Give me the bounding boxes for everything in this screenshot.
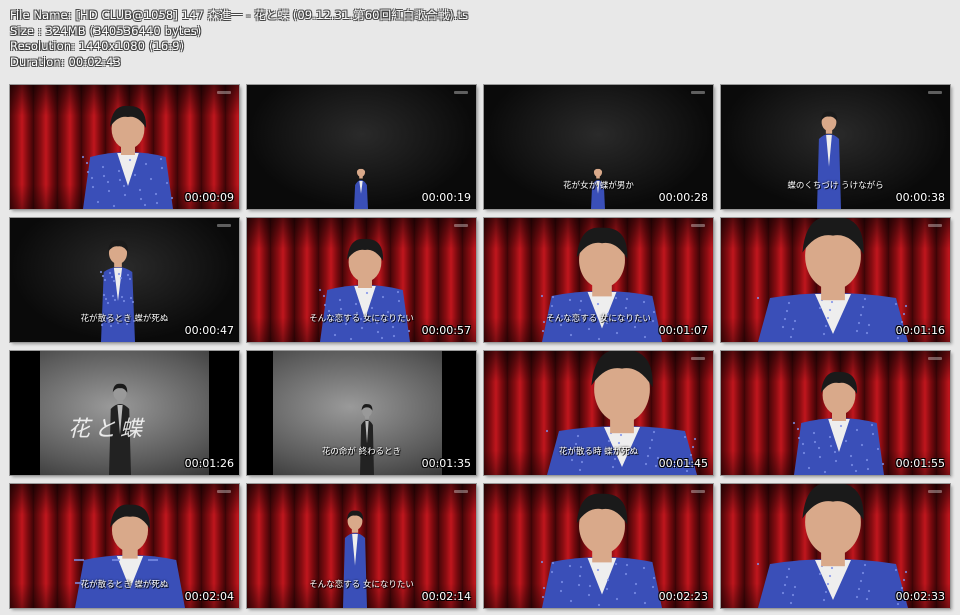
timestamp-label: 00:00:38 <box>895 191 945 204</box>
broadcaster-logo <box>217 91 231 94</box>
broadcaster-logo <box>928 490 942 493</box>
broadcaster-logo <box>691 357 705 360</box>
thumbnail-frame[interactable]: 蝶のくちづけ うけながら 00:00:38 <box>720 84 951 210</box>
thumbnail-frame[interactable]: 花と蝶 00:01:26 <box>9 350 240 476</box>
broadcaster-logo <box>928 224 942 227</box>
thumbnail-frame[interactable]: 00:00:09 <box>9 84 240 210</box>
timestamp-label: 00:01:07 <box>658 324 708 337</box>
timestamp-label: 00:01:45 <box>658 457 708 470</box>
thumbnail-frame[interactable]: 00:01:16 <box>720 217 951 343</box>
thumbnail-frame[interactable]: 花の命が 終わるとき 00:01:35 <box>246 350 477 476</box>
thumbnail-frame[interactable]: そんな恋する 女になりたい 00:02:14 <box>246 483 477 609</box>
lyric-subtitle: そんな恋する 女になりたい <box>546 314 651 324</box>
file-size-text: Size : 324MB (340536440 bytes) <box>10 23 202 38</box>
lyric-subtitle: 花が散るとき 蝶が死ぬ <box>80 580 169 590</box>
thumbnail-frame[interactable]: 花が女か 蝶が男か 00:00:28 <box>483 84 714 210</box>
timestamp-label: 00:00:57 <box>421 324 471 337</box>
lyric-subtitle: 蝶のくちづけ うけながら <box>787 181 884 191</box>
timestamp-label: 00:02:04 <box>184 590 234 603</box>
broadcaster-logo <box>454 91 468 94</box>
resolution-text: Resolution: 1440x1080 (16:9) <box>10 39 185 53</box>
broadcaster-logo <box>691 490 705 493</box>
thumbnail-frame[interactable]: 00:02:33 <box>720 483 951 609</box>
timestamp-label: 00:00:28 <box>658 191 708 204</box>
timestamp-label: 00:01:55 <box>895 457 945 470</box>
timestamp-label: 00:00:19 <box>421 191 471 204</box>
lyric-subtitle: 花が散るとき 蝶が死ぬ <box>80 314 169 324</box>
thumbnail-grid: 00:00:09 00:00:19 花が女か 蝶が男か 00:00:28 蝶のくち… <box>9 84 951 609</box>
broadcaster-logo <box>928 357 942 360</box>
broadcaster-logo <box>691 91 705 94</box>
lyric-subtitle: そんな恋する 女になりたい <box>309 580 414 590</box>
lyric-subtitle: 花の命が 終わるとき <box>321 447 402 457</box>
file-info-header: File Name: [HD CLUB@1058] 147 森進一 - 花と蝶 … <box>10 8 468 70</box>
lyric-subtitle: 花が女か 蝶が男か <box>563 181 634 191</box>
file-name-text: File Name: [HD CLUB@1058] 147 森進一 - 花と蝶 … <box>10 8 469 22</box>
broadcaster-logo <box>217 224 231 227</box>
broadcaster-logo <box>928 91 942 94</box>
timestamp-label: 00:01:35 <box>421 457 471 470</box>
thumbnail-frame[interactable]: 00:00:19 <box>246 84 477 210</box>
timestamp-label: 00:01:16 <box>895 324 945 337</box>
broadcaster-logo <box>454 490 468 493</box>
song-title-card: 花と蝶 <box>68 417 147 442</box>
thumbnail-frame[interactable]: 花が散るとき 蝶が死ぬ 00:00:47 <box>9 217 240 343</box>
broadcaster-logo <box>691 224 705 227</box>
lyric-subtitle: 花が散る時 蝶が死ぬ <box>558 447 639 457</box>
timestamp-label: 00:01:26 <box>184 457 234 470</box>
timestamp-label: 00:02:14 <box>421 590 471 603</box>
timestamp-label: 00:02:33 <box>895 590 945 603</box>
thumbnail-frame[interactable]: 花が散る時 蝶が死ぬ 00:01:45 <box>483 350 714 476</box>
thumbnail-frame[interactable]: 00:01:55 <box>720 350 951 476</box>
broadcaster-logo <box>454 224 468 227</box>
timestamp-label: 00:00:09 <box>184 191 234 204</box>
thumbnail-frame[interactable]: 00:02:23 <box>483 483 714 609</box>
lyric-subtitle: そんな恋する 女になりたい <box>309 314 414 324</box>
timestamp-label: 00:02:23 <box>658 590 708 603</box>
timestamp-label: 00:00:47 <box>184 324 234 337</box>
duration-text: Duration: 00:02:43 <box>10 54 121 69</box>
broadcaster-logo <box>217 490 231 493</box>
thumbnail-frame[interactable]: そんな恋する 女になりたい 00:00:57 <box>246 217 477 343</box>
thumbnail-frame[interactable]: そんな恋する 女になりたい 00:01:07 <box>483 217 714 343</box>
thumbnail-frame[interactable]: 花が散るとき 蝶が死ぬ 00:02:04 <box>9 483 240 609</box>
